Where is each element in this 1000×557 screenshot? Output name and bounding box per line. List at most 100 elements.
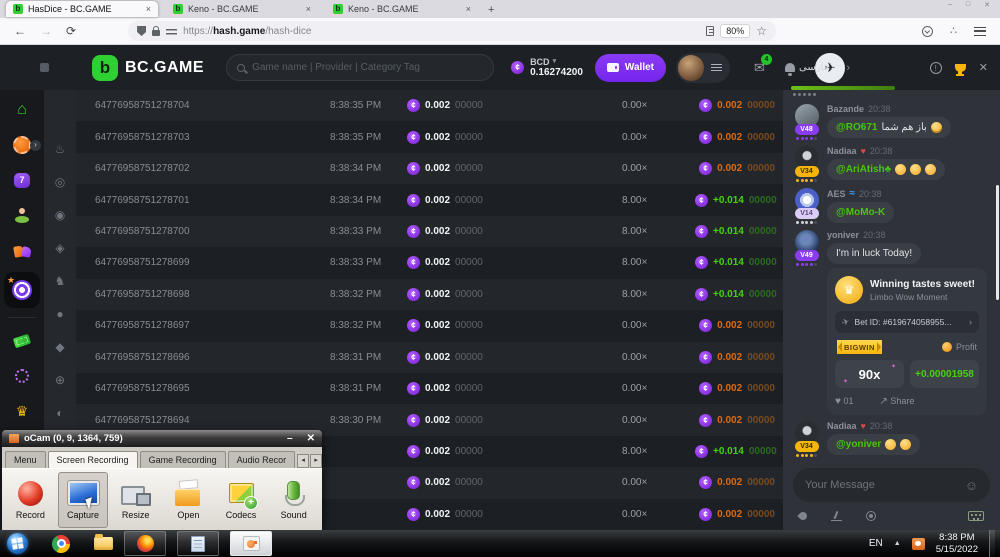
sidebar-item-dart-target[interactable] — [4, 272, 40, 308]
ocam-titlebar[interactable]: oCam (0, 9, 1364, 759) – ✕ — [2, 430, 322, 447]
taskbar-clock[interactable]: 8:38 PM 5/15/2022 — [936, 532, 978, 556]
reload-icon[interactable]: ⟳ — [66, 24, 76, 38]
sidebar-item-home[interactable] — [17, 97, 27, 123]
keyboard-icon[interactable] — [968, 511, 984, 521]
chevron-right-icon[interactable]: › — [846, 62, 850, 74]
show-desktop-button[interactable] — [989, 530, 995, 557]
sidebar-item-dealer[interactable] — [14, 202, 30, 228]
chat-language-tab[interactable]: فارسی — [799, 62, 828, 73]
sidebar-item-chip[interactable] — [13, 132, 31, 158]
minimize-icon[interactable]: – — [948, 1, 952, 9]
sidebar-item-slot7[interactable] — [14, 167, 30, 193]
game-shortcut-2-icon[interactable]: ◎ — [55, 165, 65, 198]
mention-link[interactable]: @MoMo-K — [836, 207, 885, 218]
profile-menu[interactable] — [676, 53, 730, 83]
ocam-close-icon[interactable]: ✕ — [307, 433, 315, 444]
sidebar-item-ring[interactable] — [15, 363, 29, 389]
maximize-icon[interactable]: □ — [966, 1, 970, 9]
coin-drop-icon[interactable] — [866, 511, 876, 521]
avatar-column: V14 — [793, 188, 820, 224]
ocam-codecs-button[interactable]: Codecs — [216, 472, 267, 528]
wallet-button[interactable]: Wallet — [595, 54, 666, 82]
lock-icon[interactable] — [152, 30, 160, 36]
bet-payout: 0.00× — [622, 383, 695, 394]
game-shortcut-3-icon[interactable]: ◉ — [55, 198, 65, 231]
sidebar-item-crown[interactable] — [16, 398, 29, 424]
chat-close-icon[interactable]: ✕ — [979, 61, 988, 74]
search-input[interactable] — [252, 62, 483, 73]
back-icon[interactable]: ← — [14, 24, 26, 38]
shield-icon[interactable] — [137, 26, 146, 36]
game-shortcut-1-icon[interactable]: ♨ — [55, 132, 66, 165]
likes-button[interactable]: ♥ 01 — [835, 396, 853, 407]
ocam-open-button[interactable]: Open — [163, 472, 214, 528]
address-bar[interactable]: https://hash.game/hash-dice 80% ☆ — [128, 21, 776, 41]
trophy-icon[interactable] — [955, 64, 966, 72]
game-shortcut-8-icon[interactable]: ⊕ — [55, 363, 65, 396]
close-icon[interactable]: ✕ — [984, 1, 990, 9]
bookmark-star-icon[interactable]: ☆ — [756, 26, 767, 36]
ocam-tab-audio-recor[interactable]: Audio Recor — [228, 451, 296, 468]
chat-message-input[interactable] — [805, 479, 965, 491]
ocam-resize-button[interactable]: Resize — [110, 472, 161, 528]
game-shortcut-5-icon[interactable]: ♞ — [55, 264, 66, 297]
pocket-icon[interactable] — [922, 26, 933, 37]
ocam-taskbar-button[interactable] — [230, 531, 272, 556]
emoji-picker-icon[interactable]: ☺ — [965, 478, 978, 493]
rain-icon[interactable] — [797, 510, 808, 521]
sidebar-item-ticket[interactable] — [14, 328, 30, 354]
language-indicator[interactable]: EN — [869, 538, 883, 549]
ocam-tab-menu[interactable]: Menu — [5, 451, 46, 468]
scroll-left-icon[interactable]: ◂ — [297, 454, 309, 468]
sidebar-toggle-icon[interactable] — [40, 63, 49, 72]
currency-selector[interactable]: BCD▾ 0.16274200 — [511, 57, 583, 79]
tray-expand-icon[interactable]: ▲ — [894, 540, 901, 547]
chat-rules-icon[interactable] — [930, 62, 942, 74]
browser-tab[interactable]: Keno - BC.GAME × — [166, 1, 318, 17]
ocam-tray-icon[interactable] — [912, 538, 925, 550]
firefox-taskbar-button[interactable] — [124, 531, 166, 556]
mention-link[interactable]: @yoniver — [836, 439, 881, 450]
new-tab-button[interactable]: + — [488, 4, 494, 16]
tab-close-icon[interactable]: × — [146, 4, 151, 14]
game-shortcut-6-icon[interactable]: ● — [56, 297, 63, 330]
bet-id-row[interactable]: ✈ Bet ID: #619674058955... › — [835, 311, 979, 333]
browser-tab[interactable]: HasDice - BC.GAME× — [6, 1, 158, 17]
ocam-sound-button[interactable]: Sound — [268, 472, 319, 528]
ocam-capture-button[interactable]: Capture — [58, 472, 109, 528]
start-button[interactable] — [7, 533, 28, 554]
chrome-taskbar-icon[interactable] — [52, 535, 70, 553]
tab-close-icon[interactable]: × — [466, 4, 471, 14]
reader-mode-icon[interactable] — [706, 26, 714, 36]
game-shortcut-9-icon[interactable]: ◐ — [56, 396, 63, 429]
sidebar-item-bags[interactable] — [14, 237, 31, 263]
user-avatar[interactable] — [678, 55, 704, 81]
messages-button[interactable]: ✉4 — [754, 60, 765, 76]
tab-close-icon[interactable]: × — [306, 4, 311, 14]
mention-link[interactable]: @AriAtish♣ — [836, 164, 891, 175]
scroll-right-icon[interactable]: ▸ — [310, 454, 322, 468]
slash-commands-icon[interactable] — [831, 511, 842, 521]
win-share-card[interactable]: Winning tastes sweet! Limbo Wow Moment ✈… — [827, 268, 987, 415]
chat-input-box[interactable]: ☺ — [793, 468, 990, 502]
ocam-tab-game-recording[interactable]: Game Recording — [140, 451, 226, 468]
chat-scrollbar[interactable] — [996, 185, 999, 300]
browser-tab[interactable]: Keno - BC.GAME× — [326, 1, 478, 17]
ocam-record-button[interactable]: Record — [5, 472, 56, 528]
mention-link[interactable]: @RO671 — [836, 122, 877, 133]
notepad-taskbar-button[interactable] — [177, 531, 219, 556]
share-button[interactable]: ↗ Share — [879, 396, 914, 407]
game-search[interactable] — [226, 54, 494, 81]
menu-icon[interactable] — [974, 27, 986, 36]
explorer-taskbar-icon[interactable] — [94, 537, 113, 550]
permissions-icon[interactable] — [166, 27, 177, 36]
game-shortcut-7-icon[interactable]: ◆ — [55, 330, 64, 363]
ocam-tab-screen-recording[interactable]: Screen Recording — [48, 451, 138, 468]
tab-title: Keno - BC.GAME — [188, 4, 301, 14]
game-shortcut-4-icon[interactable]: ◈ — [55, 231, 64, 264]
bcgame-logo[interactable]: BC.GAME — [92, 55, 204, 81]
extensions-icon[interactable]: ∴ — [950, 26, 957, 37]
bet-profit: 0.00200000 — [699, 351, 775, 364]
ocam-minimize-icon[interactable]: – — [287, 433, 293, 444]
zoom-level[interactable]: 80% — [720, 24, 750, 38]
